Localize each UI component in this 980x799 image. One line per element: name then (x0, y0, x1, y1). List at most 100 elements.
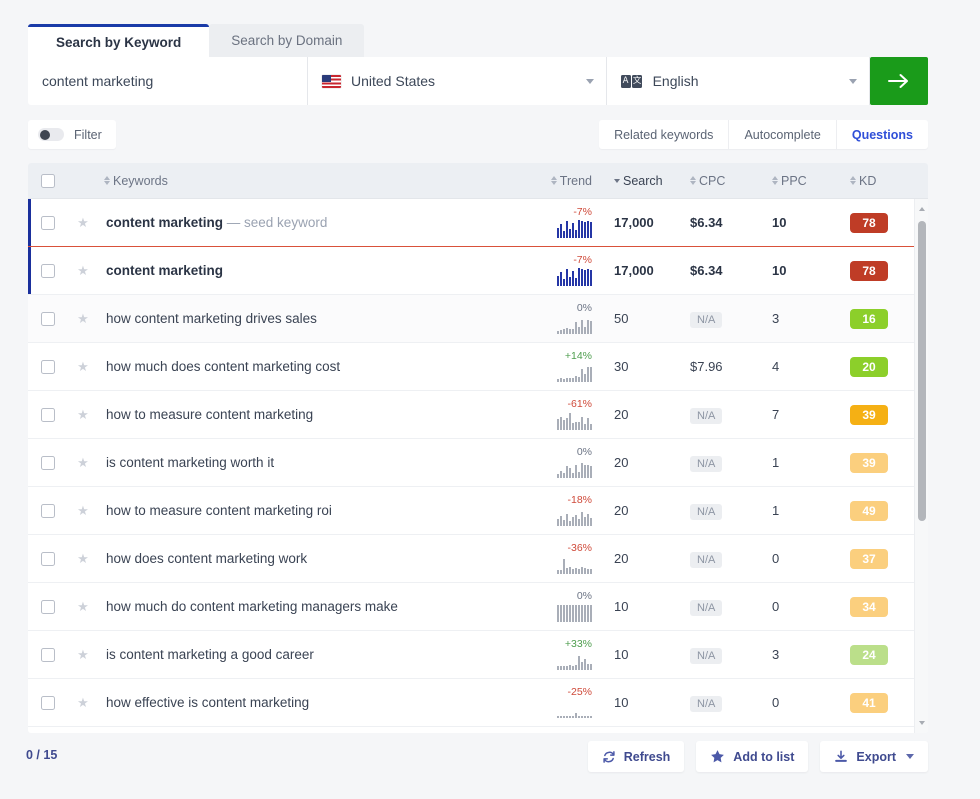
table-row[interactable]: ★ content marketing — seed keyword -7% 17,0… (28, 199, 928, 247)
segment-autocomplete[interactable]: Autocomplete (728, 120, 835, 149)
column-header-ppc[interactable]: PPC (766, 174, 844, 188)
star-icon[interactable]: ★ (77, 648, 89, 661)
row-favorite-cell: ★ (68, 216, 98, 229)
star-icon[interactable]: ★ (77, 552, 89, 565)
search-volume-value: 20 (614, 502, 629, 518)
row-checkbox[interactable] (41, 503, 55, 518)
search-volume-value: 20 (614, 406, 629, 422)
tab-search-by-keyword[interactable]: Search by Keyword (28, 24, 210, 57)
trend-sparkline (557, 460, 592, 478)
cpc-value: N/A (690, 407, 723, 424)
ppc-cell: 3 (766, 646, 844, 664)
table-row[interactable]: ★ how much does content marketing cost +14… (28, 343, 928, 391)
search-volume-cell: 20 (608, 502, 686, 520)
row-favorite-cell: ★ (68, 456, 98, 469)
kd-badge: 37 (850, 548, 888, 569)
table-row[interactable]: ★ is content marketing worth it 0% 20 N/A 1 39 (28, 439, 928, 487)
scrollbar-thumb[interactable] (918, 221, 926, 521)
star-icon[interactable]: ★ (77, 504, 89, 517)
star-icon[interactable]: ★ (77, 456, 89, 469)
language-select[interactable]: A 文 English (607, 57, 871, 105)
search-volume-cell: 10 (608, 646, 686, 664)
table-row[interactable]: ★ how effective is content marketing -25% 1… (28, 679, 928, 727)
table-row[interactable]: ★ how much do content marketing managers … (28, 583, 928, 631)
table-row[interactable]: ★ how does content marketing work -36% 20 N/… (28, 535, 928, 583)
column-header-search[interactable]: Search (608, 174, 686, 188)
row-checkbox[interactable] (41, 215, 55, 230)
tab-label: Search by Keyword (56, 34, 182, 50)
translate-icon: A 文 (620, 74, 643, 88)
trend-sparkline (557, 556, 592, 574)
trend-cell: -25% (524, 683, 608, 723)
table-row[interactable]: ★ how content marketing drives sales 0% 50 N… (28, 295, 928, 343)
star-icon[interactable]: ★ (77, 360, 89, 373)
refresh-button[interactable]: Refresh (587, 741, 685, 772)
segment-questions[interactable]: Questions (835, 120, 928, 149)
export-button[interactable]: Export (820, 741, 928, 772)
row-favorite-cell: ★ (68, 696, 98, 709)
row-checkbox[interactable] (41, 695, 55, 710)
row-checkbox[interactable] (41, 407, 55, 422)
ppc-value: 1 (772, 502, 780, 518)
add-to-list-button[interactable]: Add to list (696, 741, 809, 772)
keyword-field[interactable] (28, 57, 308, 105)
row-select-cell (28, 215, 68, 230)
sort-icon (104, 175, 110, 186)
column-header-trend[interactable]: Trend (524, 174, 608, 188)
table-row[interactable]: ★ is content marketing a good career +33% 1… (28, 631, 928, 679)
search-input[interactable] (42, 73, 307, 89)
table-row[interactable]: ★ how to measure content marketing -61% 20 N… (28, 391, 928, 439)
search-submit-button[interactable] (870, 57, 929, 105)
search-volume-value: 20 (614, 454, 629, 470)
row-checkbox[interactable] (41, 263, 55, 278)
star-icon[interactable]: ★ (77, 312, 89, 325)
star-icon[interactable]: ★ (77, 264, 89, 277)
table-row[interactable]: ★ how to measure content marketing roi -18… (28, 487, 928, 535)
column-header-cpc[interactable]: CPC (686, 174, 766, 188)
table-scrollbar[interactable] (914, 199, 928, 733)
toggle-switch[interactable] (38, 128, 64, 141)
star-icon[interactable]: ★ (77, 600, 89, 613)
column-label: Search (623, 173, 663, 188)
kd-badge: 49 (850, 500, 888, 521)
trend-sparkline (557, 700, 592, 718)
sort-icon (772, 175, 778, 186)
row-checkbox[interactable] (41, 647, 55, 662)
country-select[interactable]: United States (308, 57, 607, 105)
row-select-cell (28, 311, 68, 326)
row-favorite-cell: ★ (68, 264, 98, 277)
scroll-down-icon[interactable] (919, 721, 925, 725)
star-icon[interactable]: ★ (77, 216, 89, 229)
star-icon[interactable]: ★ (77, 696, 89, 709)
row-select-cell (28, 647, 68, 662)
cpc-cell: N/A (686, 454, 766, 472)
row-checkbox[interactable] (41, 311, 55, 326)
column-header-keywords[interactable]: Keywords (68, 174, 524, 188)
keyword-cell: how to measure content marketing (98, 406, 524, 424)
table-row[interactable]: ★ content marketing -7% 17,000 $6.34 10 78 (28, 247, 928, 295)
search-volume-value: 20 (614, 550, 629, 566)
scroll-up-icon[interactable] (919, 207, 925, 211)
row-select-cell (28, 551, 68, 566)
row-checkbox[interactable] (41, 551, 55, 566)
tab-search-by-domain[interactable]: Search by Domain (209, 24, 365, 57)
filter-toggle[interactable]: Filter (28, 120, 116, 149)
trend-sparkline (557, 508, 592, 526)
cpc-cell: N/A (686, 598, 766, 616)
row-checkbox[interactable] (41, 359, 55, 374)
trend-percent: 0% (576, 590, 592, 602)
row-checkbox[interactable] (41, 599, 55, 614)
select-all-checkbox[interactable] (41, 173, 55, 188)
search-volume-cell: 20 (608, 406, 686, 424)
kd-badge: 41 (850, 692, 888, 713)
cpc-cell: $7.96 (686, 358, 766, 376)
segment-label: Questions (851, 127, 913, 142)
segment-related-keywords[interactable]: Related keywords (599, 120, 728, 149)
ppc-cell: 3 (766, 310, 844, 328)
ppc-cell: 10 (766, 214, 844, 232)
chevron-down-icon (906, 754, 914, 759)
star-icon[interactable]: ★ (77, 408, 89, 421)
keyword-text: content marketing (106, 262, 224, 278)
column-header-kd[interactable]: KD (844, 174, 928, 188)
row-checkbox[interactable] (41, 455, 55, 470)
